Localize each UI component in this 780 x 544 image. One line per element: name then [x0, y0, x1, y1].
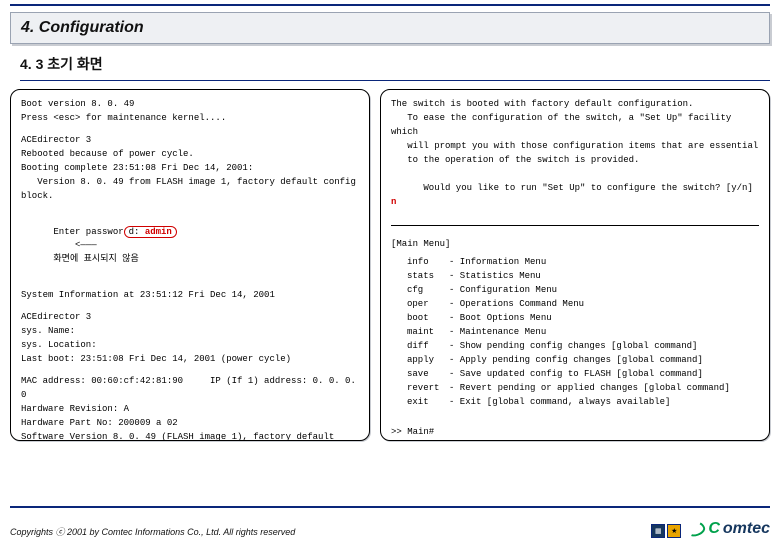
menu-item: revert- Revert pending or applied change… [391, 382, 759, 396]
menu-desc: - Save updated config to FLASH [global c… [449, 368, 759, 382]
menu-desc: - Apply pending config changes [global c… [449, 354, 759, 368]
menu-cmd: revert [391, 382, 449, 396]
menu-item: exit- Exit [global command, always avail… [391, 396, 759, 410]
logo-letter-c: C [708, 520, 720, 538]
menu-item: boot- Boot Options Menu [391, 312, 759, 326]
logo-group: ▦ ★ Comtec [651, 520, 770, 538]
badge-icon: ▦ [651, 524, 665, 538]
hw-part-line: Hardware Part No: 200009 a 02 [21, 417, 359, 431]
shell-prompt: >> Main# [391, 426, 759, 440]
menu-desc: - Exit [global command, always available… [449, 396, 759, 410]
menu-cmd: exit [391, 396, 449, 410]
menu-cmd: maint [391, 326, 449, 340]
password-value: admin [145, 227, 172, 237]
sw-version-line: Software Version 8. 0. 49 (FLASH image 1… [21, 431, 359, 441]
subsection-title: 4. 3 초기 화면 [20, 54, 770, 74]
menu-desc: - Configuration Menu [449, 284, 759, 298]
boot-version-line: Boot version 8. 0. 49 [21, 98, 359, 112]
menu-cmd: save [391, 368, 449, 382]
setup-answer: n [391, 197, 396, 207]
sysname-line: sys. Name: [21, 325, 359, 339]
terminal-panel-right: The switch is booted with factory defaul… [380, 89, 770, 441]
sysinfo-line: System Information at 23:51:12 Fri Dec 1… [21, 289, 359, 303]
menu-desc: - Operations Command Menu [449, 298, 759, 312]
setup-prompt-line: Would you like to run "Set Up" to config… [391, 168, 759, 224]
badge-icon: ★ [667, 524, 681, 538]
menu-item: oper- Operations Command Menu [391, 298, 759, 312]
lastboot-line: Last boot: 23:51:08 Fri Dec 14, 2001 (po… [21, 353, 359, 367]
menu-desc: - Boot Options Menu [449, 312, 759, 326]
password-label: Enter passwor [53, 227, 123, 237]
password-circled: d: admin [124, 226, 177, 238]
menu-desc: - Statistics Menu [449, 270, 759, 284]
mac-ip-line: MAC address: 00:60:cf:42:81:90 IP (If 1)… [21, 375, 359, 403]
setup-prompt-text: Would you like to run "Set Up" to config… [423, 183, 758, 193]
menu-item: apply- Apply pending config changes [glo… [391, 354, 759, 368]
setup-desc-2: will prompt you with those configuration… [391, 140, 759, 154]
section-header: 4. Configuration [10, 12, 770, 44]
logo-rest: omtec [723, 520, 770, 538]
menu-title: [Main Menu] [391, 238, 759, 252]
menu-item: diff- Show pending config changes [globa… [391, 340, 759, 354]
main-menu-list: info- Information Menustats- Statistics … [391, 256, 759, 409]
setup-desc-3: to the operation of the switch is provid… [391, 154, 759, 168]
section-title: 4. Configuration [21, 19, 144, 36]
arrow-icon: <——— [75, 240, 97, 250]
menu-desc: - Maintenance Menu [449, 326, 759, 340]
password-line: Enter password: admin <——— 화면에 표시되지 않음 [21, 212, 359, 282]
menu-item: save- Save updated config to FLASH [glob… [391, 368, 759, 382]
menu-item: stats- Statistics Menu [391, 270, 759, 284]
factory-default-line: The switch is booted with factory defaul… [391, 98, 759, 112]
cert-badges: ▦ ★ [651, 524, 681, 538]
menu-cmd: stats [391, 270, 449, 284]
menu-item: info- Information Menu [391, 256, 759, 270]
menu-item: cfg- Configuration Menu [391, 284, 759, 298]
menu-desc: - Information Menu [449, 256, 759, 270]
menu-cmd: oper [391, 298, 449, 312]
menu-desc: - Show pending config changes [global co… [449, 340, 759, 354]
menu-desc: - Revert pending or applied changes [glo… [449, 382, 759, 396]
footer-rule [10, 506, 770, 508]
subsection-rule [20, 80, 770, 81]
device-line-2: ACEdirector 3 [21, 311, 359, 325]
booting-complete: Booting complete 23:51:08 Fri Dec 14, 20… [21, 162, 359, 176]
swoosh-icon [685, 519, 707, 538]
hw-rev-line: Hardware Revision: A [21, 403, 359, 417]
comtec-logo: Comtec [687, 520, 770, 538]
reboot-reason: Rebooted because of power cycle. [21, 148, 359, 162]
divider-line [391, 225, 759, 226]
footer: Copyrights ⓒ 2001 by Comtec Informations… [10, 520, 770, 538]
menu-cmd: apply [391, 354, 449, 368]
device-line-1: ACEdirector 3 [21, 134, 359, 148]
menu-item: maint- Maintenance Menu [391, 326, 759, 340]
terminal-panel-left: Boot version 8. 0. 49 Press <esc> for ma… [10, 89, 370, 441]
setup-desc-1: To ease the configuration of the switch,… [391, 112, 759, 140]
menu-cmd: boot [391, 312, 449, 326]
syslocation-line: sys. Location: [21, 339, 359, 353]
content-panels: Boot version 8. 0. 49 Press <esc> for ma… [10, 89, 770, 441]
top-rule [10, 4, 770, 6]
esc-line: Press <esc> for maintenance kernel.... [21, 112, 359, 126]
password-note: 화면에 표시되지 않음 [53, 254, 138, 264]
copyright-text: Copyrights ⓒ 2001 by Comtec Informations… [10, 525, 295, 538]
version-detail: Version 8. 0. 49 from FLASH image 1, fac… [21, 176, 359, 204]
menu-cmd: diff [391, 340, 449, 354]
menu-cmd: cfg [391, 284, 449, 298]
menu-cmd: info [391, 256, 449, 270]
